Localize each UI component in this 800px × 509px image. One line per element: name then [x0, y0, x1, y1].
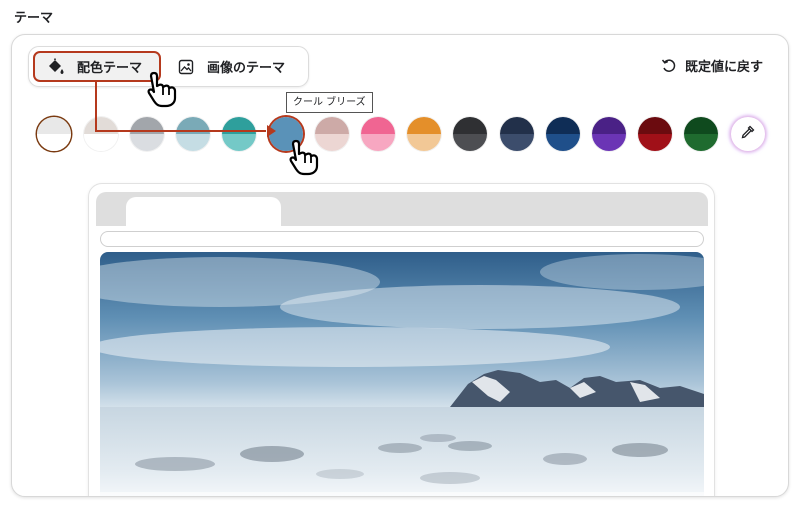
hand-cursor-icon: [289, 139, 319, 176]
section-title: テーマ: [14, 11, 54, 26]
hand-cursor-icon: [147, 71, 177, 108]
preview-background-image: [100, 252, 704, 496]
theme-preview: [88, 183, 715, 496]
preview-tab-strip: [96, 192, 708, 226]
preview-address-bar: [100, 231, 704, 247]
theme-card: 配色テーマ 画像のテーマ 既定値に戻す クール ブリーズ: [11, 34, 789, 497]
preview-active-tab: [126, 197, 281, 226]
annotation-arrow: [95, 82, 276, 137]
